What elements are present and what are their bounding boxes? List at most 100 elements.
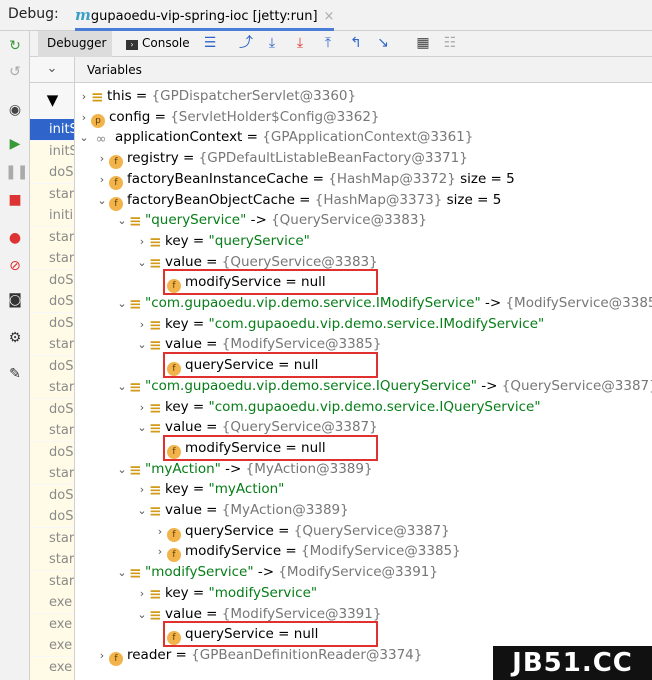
filter-icon[interactable]: ▼ <box>30 83 74 119</box>
stack-frame[interactable]: doS <box>30 398 74 420</box>
variable-row[interactable]: › f registry = {GPDefaultListableBeanFacto… <box>75 148 652 170</box>
stack-frame[interactable]: exe <box>30 635 74 656</box>
stack-frame[interactable]: star <box>30 248 74 269</box>
stack-frame[interactable]: star <box>30 183 74 205</box>
variable-row[interactable]: ⌄ ≡ "queryService" -> {QueryService@3383} <box>75 210 652 231</box>
variable-row[interactable]: › ≡ key = "myAction" <box>75 479 652 500</box>
evaluate-icon[interactable]: ▦ <box>415 34 431 52</box>
stack-frame[interactable]: exe <box>30 592 74 613</box>
variable-row[interactable]: ⌄ ≡ value = {MyAction@3389} <box>75 500 652 521</box>
stack-frame[interactable]: exe <box>30 656 74 678</box>
expand-arrow-icon[interactable]: › <box>95 170 109 190</box>
expand-arrow-icon[interactable]: › <box>135 232 149 252</box>
rerun-icon[interactable]: ↻ <box>5 37 25 55</box>
collapse-arrow-icon[interactable]: ⌄ <box>135 501 149 521</box>
collapse-arrow-icon[interactable]: ⌄ <box>135 418 149 438</box>
stack-frame[interactable]: doS <box>30 506 74 527</box>
collapse-arrow-icon[interactable]: ⌄ <box>135 335 149 355</box>
run-to-cursor-icon[interactable]: ↘ <box>375 34 391 52</box>
variable-row[interactable]: ⌄ ≡ "modifyService" -> {ModifyService@3391… <box>75 562 652 583</box>
variable-row[interactable]: › ≡ this = {GPDispatcherServlet@3360} <box>75 86 652 107</box>
rerun-disabled-icon[interactable]: ↺ <box>5 63 25 81</box>
variable-row[interactable]: › f modifyService = {ModifyService@3385} <box>75 541 652 563</box>
stack-frame[interactable]: exe <box>30 613 74 635</box>
stack-frame[interactable]: star <box>30 420 74 441</box>
expand-arrow-icon[interactable]: › <box>95 646 109 666</box>
variable-name: key <box>165 398 189 415</box>
variable-row[interactable]: › f factoryBeanInstanceCache = {HashMap@33… <box>75 169 652 190</box>
collapse-arrow-icon[interactable]: ⌄ <box>115 294 129 314</box>
highlight-box <box>163 352 378 379</box>
variable-row[interactable]: ⌄ ≡ "com.gupaoedu.vip.demo.service.IQueryS… <box>75 376 652 397</box>
stack-frame[interactable]: star <box>30 334 74 355</box>
stack-frame[interactable]: star <box>30 377 74 398</box>
show-execution-point-icon[interactable]: ⤴ <box>238 34 254 52</box>
trace-icon[interactable]: ☷ <box>442 34 458 52</box>
expand-arrow-icon[interactable]: › <box>135 584 149 604</box>
resume-icon[interactable]: ▶ <box>5 135 25 153</box>
step-over-icon[interactable]: ⤓ <box>264 34 280 52</box>
variable-row[interactable]: ⌄ f factoryBeanObjectCache = {HashMap@3373… <box>75 190 652 211</box>
stack-frame[interactable]: initi <box>30 205 74 226</box>
stack-frame[interactable]: doS <box>30 291 74 312</box>
collapse-arrow-icon[interactable]: ⌄ <box>135 605 149 625</box>
eye-icon[interactable]: ◉ <box>5 101 25 119</box>
collapse-arrow-icon[interactable]: ⌄ <box>135 253 149 273</box>
stop-icon[interactable]: ■ <box>5 191 25 209</box>
collapse-arrow-icon[interactable]: ⌄ <box>95 191 109 211</box>
variable-row[interactable]: › ≡ key = "com.gupaoedu.vip.demo.service.I… <box>75 397 652 418</box>
drop-frame-icon[interactable]: ↰ <box>348 34 364 52</box>
step-into-icon[interactable]: ⤓ <box>292 34 308 52</box>
expand-arrow-icon[interactable]: › <box>135 398 149 418</box>
collapse-arrow-icon[interactable]: ⌄ <box>115 460 129 480</box>
settings-icon[interactable]: ⚙ <box>5 329 25 347</box>
expand-arrow-icon[interactable]: › <box>135 480 149 500</box>
pause-icon[interactable]: ❚❚ <box>5 163 28 181</box>
stack-frame[interactable]: star <box>30 226 74 248</box>
variable-row[interactable]: ⌄ ∞ applicationContext = {GPApplicationCon… <box>75 127 652 148</box>
stack-frame[interactable]: doS <box>30 441 74 463</box>
expand-arrow-icon[interactable]: › <box>77 87 91 107</box>
step-out-icon[interactable]: ⤒ <box>320 34 336 52</box>
expand-arrow-icon[interactable]: › <box>135 315 149 335</box>
variable-row[interactable]: › ≡ key = "com.gupaoedu.vip.demo.service.I… <box>75 314 652 335</box>
collapse-arrow-icon[interactable]: ⌄ <box>115 377 129 397</box>
expand-arrow-icon[interactable]: › <box>153 522 167 542</box>
variable-row[interactable]: › ≡ key = "queryService" <box>75 231 652 252</box>
stack-frame[interactable]: initS <box>30 140 74 162</box>
close-tab-icon[interactable]: × <box>324 9 335 24</box>
variable-row[interactable]: › p config = {ServletHolder$Config@3362} <box>75 107 652 128</box>
variable-row[interactable]: ⌄ ≡ "myAction" -> {MyAction@3389} <box>75 459 652 480</box>
stack-frame[interactable]: doS <box>30 355 74 377</box>
tab-console[interactable]: › Console <box>126 36 190 50</box>
stack-frame[interactable]: doS <box>30 162 74 183</box>
collapse-arrow-icon[interactable]: ⌄ <box>115 563 129 583</box>
breakpoints-icon[interactable]: ● <box>5 229 25 247</box>
expand-arrow-icon[interactable]: › <box>153 542 167 562</box>
collapse-arrow-icon[interactable]: ⌄ <box>77 128 91 148</box>
expand-arrow-icon[interactable]: › <box>77 108 91 128</box>
stack-frame[interactable]: doS <box>30 484 74 506</box>
collapse-arrow-icon[interactable]: ⌄ <box>115 211 129 231</box>
stack-frame[interactable]: doS <box>30 312 74 334</box>
session-tab[interactable]: mgupaoedu-vip-spring-ioc [jetty:run] × <box>75 0 335 31</box>
variable-separator: = <box>242 129 263 146</box>
pin-icon[interactable]: ✎ <box>5 365 25 383</box>
variable-name: "modifyService" <box>145 564 254 581</box>
tab-debugger[interactable]: Debugger <box>38 31 112 57</box>
variable-row[interactable]: › f queryService = {QueryService@3387} <box>75 521 652 542</box>
menu-icon[interactable]: ☰ <box>202 34 218 52</box>
mute-breakpoints-icon[interactable]: ⊘ <box>5 257 25 275</box>
entry-icon: ≡ <box>129 460 142 479</box>
stack-frame[interactable]: initS <box>30 119 74 140</box>
chevron-down-icon[interactable]: ⌄ <box>30 57 74 83</box>
camera-icon[interactable]: ◙ <box>5 291 25 309</box>
stack-frame[interactable]: star <box>30 570 74 592</box>
stack-frame[interactable]: star <box>30 549 74 570</box>
variable-row[interactable]: › ≡ key = "modifyService" <box>75 583 652 604</box>
stack-frame[interactable]: star <box>30 527 74 549</box>
stack-frame[interactable]: star <box>30 463 74 484</box>
stack-frame[interactable]: doS <box>30 269 74 291</box>
variable-row[interactable]: ⌄ ≡ "com.gupaoedu.vip.demo.service.IModify… <box>75 293 652 314</box>
expand-arrow-icon[interactable]: › <box>95 149 109 169</box>
